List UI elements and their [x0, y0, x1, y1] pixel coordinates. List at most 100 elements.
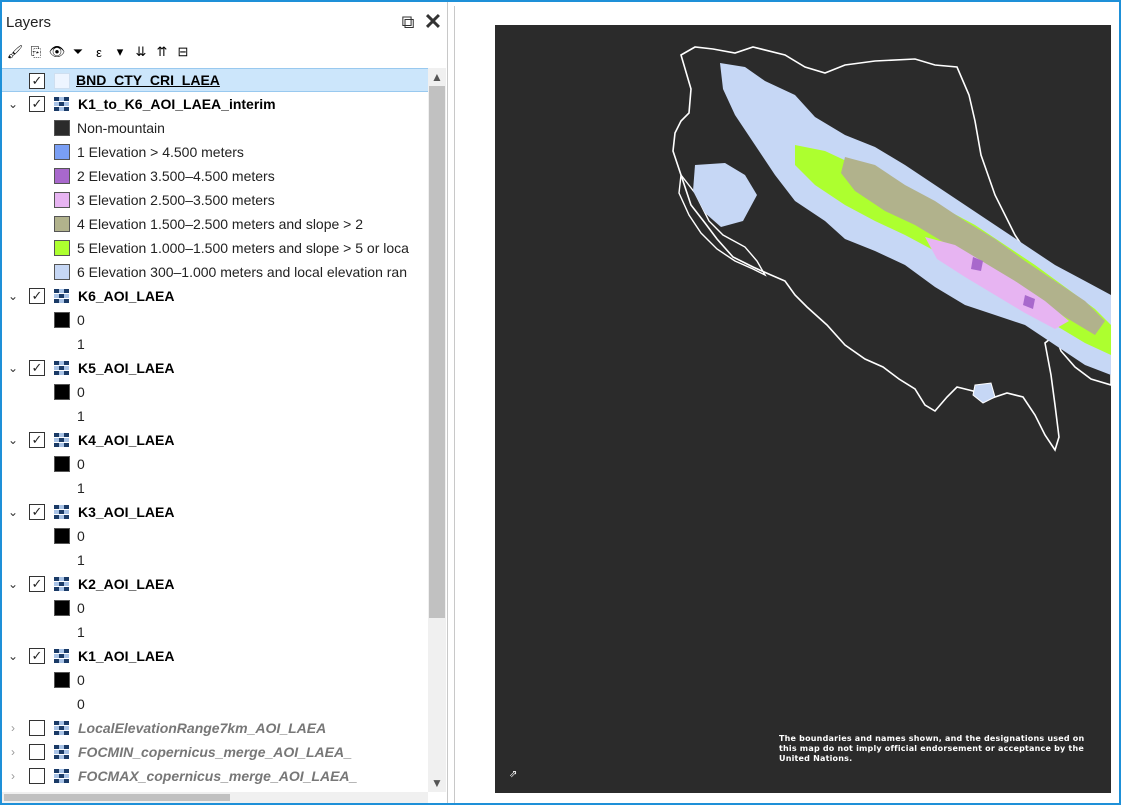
legend-label: 6 Elevation 300–1.000 meters and local e… — [77, 264, 407, 280]
collapse-arrow-icon[interactable]: ⌄ — [6, 572, 20, 596]
layer-row-hidden[interactable]: › FOCMAX_copernicus_merge_AOI_LAEA_ — [2, 764, 428, 788]
layers-toolbar: 🖌 ⎘ 👁 ⏷ ε ▾ ⇊ ⇈ ⊟ — [4, 42, 204, 64]
layers-panel: Layers ⧉ ✕ 🖌 ⎘ 👁 ⏷ ε ▾ ⇊ ⇈ ⊟ ✓ BND_CTY_CRI_LAEA ⌄ ✓… — [2, 2, 448, 803]
legend-swatch — [54, 192, 70, 208]
layer-row-interim[interactable]: ⌄ ✓ K1_to_K6_AOI_LAEA_interim — [2, 92, 428, 116]
dropdown-arrow-icon[interactable]: ▾ — [111, 42, 129, 62]
un-disclaimer: The boundaries and names shown, and the … — [779, 734, 1085, 763]
legend-item[interactable]: 1 — [2, 404, 428, 428]
layer-visibility-checkbox[interactable]: ✓ — [29, 360, 45, 376]
legend-swatch — [54, 600, 70, 616]
scroll-down-arrow-icon[interactable]: ▼ — [428, 774, 446, 792]
legend-value: 0 — [77, 528, 85, 544]
close-panel-button[interactable]: ✕ — [423, 11, 443, 33]
collapse-arrow-icon[interactable]: ⌄ — [6, 284, 20, 308]
legend-item[interactable]: 3 Elevation 2.500–3.500 meters — [2, 188, 428, 212]
vertical-scrollbar[interactable]: ▲ ▼ — [428, 68, 446, 792]
layer-row-k6_aoi_laea[interactable]: ⌄ ✓ K6_AOI_LAEA — [2, 284, 428, 308]
legend-item[interactable]: 0 — [2, 452, 428, 476]
map-canvas[interactable]: ⇗ The boundaries and names shown, and th… — [495, 25, 1111, 793]
layer-row-k5_aoi_laea[interactable]: ⌄ ✓ K5_AOI_LAEA — [2, 356, 428, 380]
layer-row-hidden[interactable]: › LocalElevationRange7km_AOI_LAEA — [2, 716, 428, 740]
layer-visibility-checkbox[interactable]: ✓ — [29, 504, 45, 520]
raster-layer-icon — [54, 97, 70, 111]
legend-item[interactable]: 0 — [2, 668, 428, 692]
legend-item[interactable]: 6 Elevation 300–1.000 meters and local e… — [2, 260, 428, 284]
layer-visibility-checkbox[interactable]: ✓ — [29, 432, 45, 448]
layer-name: K5_AOI_LAEA — [78, 360, 175, 376]
layer-visibility-checkbox[interactable]: ✓ — [29, 73, 45, 89]
legend-label: 4 Elevation 1.500–2.500 meters and slope… — [77, 216, 364, 232]
legend-item[interactable]: 2 Elevation 3.500–4.500 meters — [2, 164, 428, 188]
legend-item[interactable]: 1 — [2, 548, 428, 572]
legend-item[interactable]: 1 — [2, 332, 428, 356]
float-panel-button[interactable]: ⧉ — [398, 12, 418, 32]
legend-value: 0 — [77, 384, 85, 400]
raster-layer-icon — [54, 361, 70, 375]
north-arrow-icon: ⇗ — [509, 769, 517, 780]
collapse-arrow-icon[interactable]: ⌄ — [6, 428, 20, 452]
collapse-arrow-icon[interactable]: ⌄ — [6, 356, 20, 380]
legend-item[interactable]: 0 — [2, 308, 428, 332]
layer-name: K6_AOI_LAEA — [78, 288, 175, 304]
collapse-arrow-icon[interactable]: ⌄ — [6, 500, 20, 524]
style-manager-icon[interactable]: 🖌 — [6, 42, 24, 62]
legend-value: 1 — [77, 552, 85, 568]
legend-item[interactable]: 1 — [2, 620, 428, 644]
layer-visibility-checkbox[interactable] — [29, 768, 45, 784]
legend-label: Non-mountain — [77, 120, 165, 136]
scroll-up-arrow-icon[interactable]: ▲ — [428, 68, 446, 86]
legend-item[interactable]: 5 Elevation 1.000–1.500 meters and slope… — [2, 236, 428, 260]
horizontal-scrollbar[interactable] — [2, 792, 428, 803]
filter-legend-icon[interactable]: ⏷ — [69, 42, 87, 62]
collapse-all-icon[interactable]: ⇈ — [153, 42, 171, 62]
expand-arrow-icon[interactable]: › — [6, 764, 20, 788]
visibility-icon[interactable]: 👁 — [48, 42, 66, 62]
layer-row-k4_aoi_laea[interactable]: ⌄ ✓ K4_AOI_LAEA — [2, 428, 428, 452]
scrollbar-thumb[interactable] — [429, 86, 445, 618]
legend-item[interactable]: 0 — [2, 380, 428, 404]
layer-tree[interactable]: ✓ BND_CTY_CRI_LAEA ⌄ ✓ K1_to_K6_AOI_LAEA_int… — [2, 68, 428, 792]
raster-layer-icon — [54, 577, 70, 591]
legend-item[interactable]: 0 — [2, 524, 428, 548]
legend-item[interactable]: Non-mountain — [2, 116, 428, 140]
filter-expression-icon[interactable]: ε — [90, 42, 108, 62]
layer-visibility-checkbox[interactable]: ✓ — [29, 288, 45, 304]
legend-swatch — [54, 216, 70, 232]
layer-visibility-checkbox[interactable] — [29, 744, 45, 760]
legend-label: 1 Elevation > 4.500 meters — [77, 144, 244, 160]
legend-item[interactable]: 0 — [2, 596, 428, 620]
collapse-arrow-icon[interactable]: ⌄ — [6, 644, 20, 668]
zone6-west — [693, 163, 757, 227]
legend-item[interactable]: 0 — [2, 692, 428, 716]
raster-layer-icon — [54, 769, 70, 783]
remove-layer-icon[interactable]: ⊟ — [174, 42, 192, 62]
legend-swatch — [54, 312, 70, 328]
layer-name: K3_AOI_LAEA — [78, 504, 175, 520]
layer-visibility-checkbox[interactable]: ✓ — [29, 96, 45, 112]
hscrollbar-thumb[interactable] — [4, 794, 230, 801]
legend-value: 0 — [77, 312, 85, 328]
layer-visibility-checkbox[interactable]: ✓ — [29, 648, 45, 664]
expand-all-icon[interactable]: ⇊ — [132, 42, 150, 62]
layer-row-bnd-cty[interactable]: ✓ BND_CTY_CRI_LAEA — [2, 68, 428, 92]
layer-visibility-checkbox[interactable]: ✓ — [29, 576, 45, 592]
legend-swatch — [54, 144, 70, 160]
legend-item[interactable]: 1 — [2, 476, 428, 500]
layer-visibility-checkbox[interactable] — [29, 720, 45, 736]
legend-value: 0 — [77, 600, 85, 616]
expand-arrow-icon[interactable]: › — [6, 740, 20, 764]
layer-name: K2_AOI_LAEA — [78, 576, 175, 592]
legend-item[interactable]: 4 Elevation 1.500–2.500 meters and slope… — [2, 212, 428, 236]
raster-layer-icon — [54, 505, 70, 519]
layer-row-k1_aoi_laea[interactable]: ⌄ ✓ K1_AOI_LAEA — [2, 644, 428, 668]
legend-value: 0 — [77, 672, 85, 688]
add-group-icon[interactable]: ⎘ — [27, 42, 45, 62]
legend-item[interactable]: 1 Elevation > 4.500 meters — [2, 140, 428, 164]
collapse-arrow-icon[interactable]: ⌄ — [6, 92, 20, 116]
layer-name: LocalElevationRange7km_AOI_LAEA — [78, 720, 327, 736]
expand-arrow-icon[interactable]: › — [6, 716, 20, 740]
layer-row-k3_aoi_laea[interactable]: ⌄ ✓ K3_AOI_LAEA — [2, 500, 428, 524]
layer-row-hidden[interactable]: › FOCMIN_copernicus_merge_AOI_LAEA_ — [2, 740, 428, 764]
layer-row-k2_aoi_laea[interactable]: ⌄ ✓ K2_AOI_LAEA — [2, 572, 428, 596]
